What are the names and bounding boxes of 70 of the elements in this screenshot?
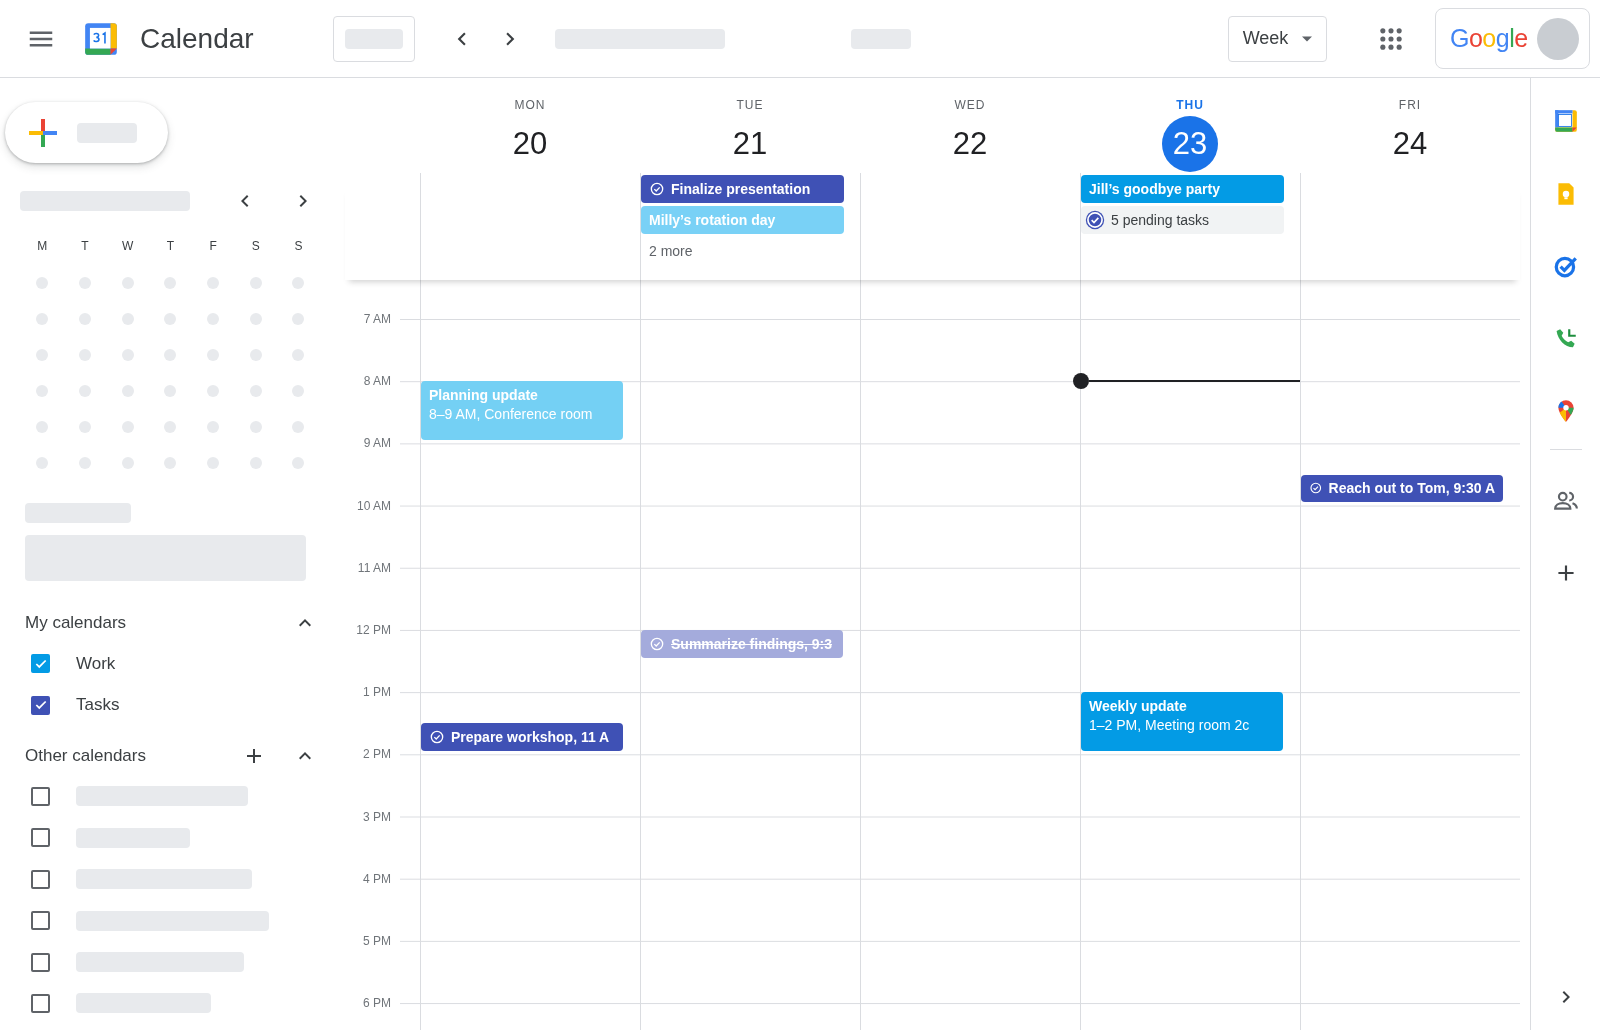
task-check-icon: [649, 181, 665, 197]
date-number[interactable]: 24: [1382, 116, 1438, 172]
time-label: 9 AM: [362, 436, 392, 453]
event-title: Weekly update: [1089, 698, 1187, 715]
calendar-icon[interactable]: [1552, 108, 1579, 134]
time-label: 2 PM: [362, 747, 392, 764]
event-title: Milly’s rotation day: [649, 212, 776, 228]
time-label: 7 AM: [362, 312, 392, 328]
task-title: Finalize presentation: [671, 181, 811, 197]
weekday-letter: M: [36, 238, 49, 255]
create-button[interactable]: [5, 102, 168, 163]
date-number[interactable]: 20: [502, 116, 558, 172]
task-count: 5 pending tasks: [1111, 212, 1210, 228]
event-details: 8–9 AM, Conference room: [429, 406, 593, 423]
weekday-label: THU: [1176, 98, 1204, 114]
account-button[interactable]: Google: [1435, 8, 1590, 69]
more-link[interactable]: 2 more: [641, 237, 844, 265]
event-details: 1–2 PM, Meeting room 2c: [1089, 717, 1250, 734]
brand-logo-text: Google: [1450, 24, 1528, 52]
avatar[interactable]: [1537, 17, 1579, 60]
view-dropdown[interactable]: Week: [1228, 15, 1327, 62]
date-number[interactable]: 22: [942, 116, 998, 172]
checkbox[interactable]: [31, 993, 50, 1013]
task-chip[interactable]: Prepare workshop, 11 A: [421, 723, 623, 752]
weekday-letter: F: [208, 238, 218, 255]
checkbox[interactable]: [31, 786, 50, 806]
task-chip[interactable]: Finalize presentation: [641, 175, 844, 203]
event-title: Jill’s goodbye party: [1089, 181, 1220, 197]
today-button[interactable]: [333, 15, 415, 62]
task-check-icon: [649, 636, 665, 652]
task-check-icon: [1085, 210, 1105, 230]
checkbox[interactable]: [31, 828, 50, 848]
checkbox[interactable]: [31, 654, 50, 674]
time-label: 1 PM: [362, 685, 392, 702]
section-title: Other calendars: [25, 745, 147, 766]
weekday-letter: T: [165, 238, 176, 255]
weekday-letter: W: [121, 238, 135, 255]
weekday-label: TUE: [736, 98, 764, 114]
date-number[interactable]: 21: [722, 116, 778, 172]
event-title: Planning update: [429, 387, 538, 404]
checkbox[interactable]: [31, 911, 50, 931]
checkbox[interactable]: [31, 695, 50, 715]
checkbox[interactable]: [31, 869, 50, 889]
time-label: 11 AM: [356, 560, 392, 577]
section-title: My calendars: [25, 613, 128, 633]
pending-tasks-chip[interactable]: 5 pending tasks: [1081, 206, 1284, 234]
time-label: 6 PM: [362, 996, 392, 1013]
task-check-icon: [429, 729, 445, 746]
time-label: 10 AM: [355, 498, 392, 515]
weekday-letter: S: [293, 238, 304, 255]
date-number[interactable]: 23: [1162, 116, 1218, 172]
task-title: Prepare workshop, 11 A: [451, 729, 610, 746]
time-label: 5 PM: [362, 933, 392, 950]
weekday-label: MON: [514, 98, 546, 114]
time-label: 8 AM: [362, 374, 392, 391]
weekday-letter: S: [250, 238, 261, 255]
checkbox[interactable]: [31, 952, 50, 972]
weekday-label: FRI: [1398, 98, 1422, 114]
time-label: 4 PM: [362, 871, 392, 888]
calendar-name: Work: [76, 653, 116, 674]
weekday-label: WED: [954, 98, 986, 114]
weekday-letter: T: [80, 238, 90, 255]
task-title: Summarize findings, 9:3: [671, 636, 833, 652]
caret-icon: [1302, 35, 1313, 42]
calendar-name: Tasks: [76, 695, 120, 716]
task-chip[interactable]: Reach out to Tom, 9:30 A: [1301, 474, 1503, 503]
task-title: Reach out to Tom, 9:30 A: [1328, 480, 1495, 497]
app-name: Calendar: [140, 22, 255, 55]
time-label: 3 PM: [362, 809, 392, 826]
time-label: 12 PM: [355, 622, 392, 639]
